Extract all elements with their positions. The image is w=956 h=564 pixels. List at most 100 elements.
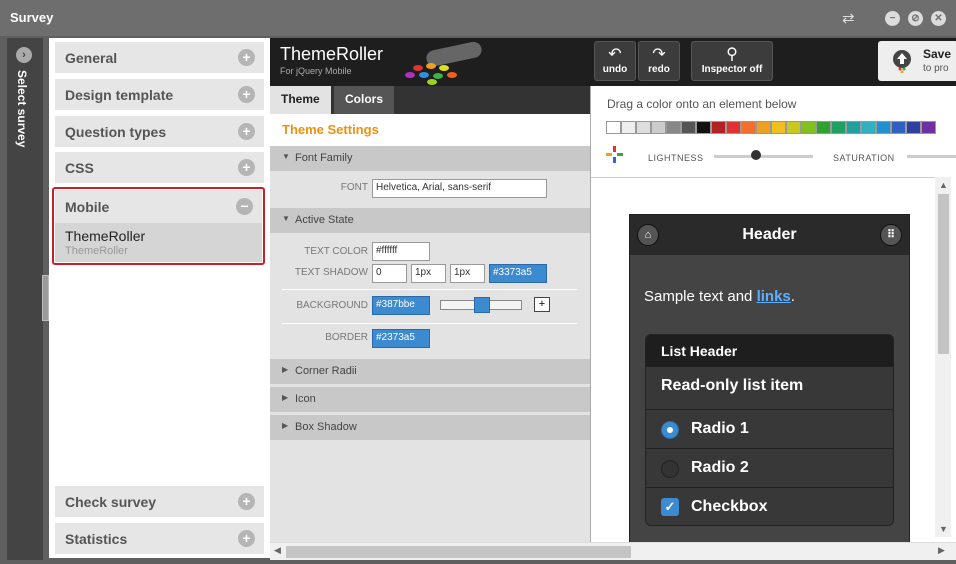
- sidebar-item-design-template[interactable]: Design template +: [55, 79, 264, 110]
- plus-icon[interactable]: +: [238, 123, 255, 140]
- section-corner-radii[interactable]: ▶ Corner Radii: [270, 359, 590, 384]
- sample-link[interactable]: links: [757, 288, 791, 305]
- color-swatch[interactable]: [756, 121, 771, 134]
- text-color-input[interactable]: #ffffff: [372, 242, 430, 261]
- scroll-down-icon[interactable]: ▼: [939, 524, 948, 534]
- color-swatch[interactable]: [816, 121, 831, 134]
- radio-option-1[interactable]: Radio 1: [646, 409, 893, 448]
- color-swatch[interactable]: [666, 121, 681, 134]
- inspector-button[interactable]: ⚲ Inspector off: [691, 41, 773, 81]
- themeroller-logo-icon: [405, 41, 482, 85]
- color-swatch[interactable]: [771, 121, 786, 134]
- drag-color-instruction: Drag a color onto an element below: [607, 97, 797, 111]
- preview-vertical-scrollbar[interactable]: ▲ ▼: [935, 177, 951, 537]
- background-slider[interactable]: [440, 297, 522, 313]
- color-swatch[interactable]: [726, 121, 741, 134]
- save-button[interactable]: Save to pro: [878, 41, 956, 81]
- sidebar-item-label: CSS: [65, 160, 94, 176]
- color-swatch[interactable]: [741, 121, 756, 134]
- minus-icon[interactable]: −: [236, 198, 253, 215]
- plus-icon[interactable]: +: [238, 159, 255, 176]
- select-survey-label[interactable]: Select survey: [15, 70, 29, 147]
- tab-theme[interactable]: Theme: [270, 86, 331, 114]
- sidebar-item-question-types[interactable]: Question types +: [55, 116, 264, 147]
- plus-icon[interactable]: +: [238, 530, 255, 547]
- color-picker-icon[interactable]: [606, 146, 623, 163]
- scroll-left-icon[interactable]: ◀: [274, 545, 281, 556]
- subitem-subtitle: ThemeRoller: [65, 245, 128, 257]
- triangle-down-icon: ▼: [282, 214, 290, 223]
- color-swatch[interactable]: [651, 121, 666, 134]
- sidebar-item-general[interactable]: General +: [55, 42, 264, 73]
- text-shadow-blur-input[interactable]: 1px: [450, 264, 485, 283]
- grid-icon[interactable]: ⠿: [880, 224, 902, 246]
- expand-gradient-button[interactable]: +: [534, 297, 550, 312]
- scroll-thumb[interactable]: [938, 194, 949, 354]
- swap-arrows-icon[interactable]: ⇄: [842, 9, 855, 27]
- sidebar-item-mobile-header[interactable]: Mobile −: [55, 190, 262, 223]
- section-icon[interactable]: ▶ Icon: [270, 387, 590, 412]
- text-shadow-color-input[interactable]: #3373a5: [489, 264, 547, 283]
- saturation-slider[interactable]: [907, 155, 956, 158]
- color-swatch[interactable]: [846, 121, 861, 134]
- panel-resize-handle[interactable]: [42, 275, 49, 321]
- chevron-right-icon[interactable]: ›: [16, 47, 32, 63]
- section-font-family[interactable]: ▼ Font Family: [270, 146, 590, 171]
- section-active-state[interactable]: ▼ Active State: [270, 208, 590, 233]
- font-input[interactable]: Helvetica, Arial, sans-serif: [372, 179, 547, 198]
- color-swatch[interactable]: [636, 121, 651, 134]
- color-swatch[interactable]: [891, 121, 906, 134]
- color-swatch[interactable]: [831, 121, 846, 134]
- text-shadow-x-input[interactable]: 0: [372, 264, 407, 283]
- slider-handle[interactable]: [474, 297, 490, 313]
- preview-header: Header ⌂ ⠿: [630, 215, 909, 255]
- sample-end: .: [790, 288, 795, 305]
- sidebar-subitem-themeroller[interactable]: ThemeRoller ThemeRoller: [55, 223, 262, 262]
- lightness-slider[interactable]: [714, 155, 813, 158]
- radio-option-2[interactable]: Radio 2: [646, 448, 893, 487]
- home-icon[interactable]: ⌂: [637, 224, 659, 246]
- sidebar-item-statistics[interactable]: Statistics +: [55, 523, 264, 554]
- sidebar-item-css[interactable]: CSS +: [55, 152, 264, 183]
- triangle-right-icon: ▶: [282, 421, 289, 430]
- sidebar-item-check-survey[interactable]: Check survey +: [55, 486, 264, 517]
- color-swatch[interactable]: [621, 121, 636, 134]
- plus-icon[interactable]: +: [238, 493, 255, 510]
- tab-colors[interactable]: Colors: [334, 86, 395, 114]
- minimize-icon[interactable]: −: [885, 11, 900, 26]
- close-icon[interactable]: ✕: [931, 11, 946, 26]
- themeroller-toolbar: ThemeRoller For jQuery Mobile ↶ undo ↷ red…: [270, 38, 956, 86]
- theme-settings-title: Theme Settings: [270, 114, 590, 146]
- border-input[interactable]: #2373a5: [372, 329, 430, 348]
- color-swatch[interactable]: [801, 121, 816, 134]
- background-input[interactable]: #387bbe: [372, 296, 430, 315]
- color-swatch[interactable]: [606, 121, 621, 134]
- plus-icon[interactable]: +: [238, 86, 255, 103]
- color-swatch[interactable]: [786, 121, 801, 134]
- color-swatch[interactable]: [861, 121, 876, 134]
- color-swatch[interactable]: [696, 121, 711, 134]
- inspector-state: off: [749, 64, 763, 75]
- color-swatch[interactable]: [711, 121, 726, 134]
- redo-button[interactable]: ↷ redo: [638, 41, 680, 81]
- triangle-right-icon: ▶: [282, 393, 289, 402]
- horizontal-scrollbar[interactable]: ◀ ▶: [270, 542, 956, 560]
- color-swatch[interactable]: [921, 121, 936, 134]
- select-survey-rail[interactable]: › Select survey: [7, 38, 43, 560]
- color-swatch[interactable]: [876, 121, 891, 134]
- lightness-slider-handle[interactable]: [751, 150, 761, 160]
- color-swatch[interactable]: [681, 121, 696, 134]
- color-swatch[interactable]: [906, 121, 921, 134]
- text-shadow-y-input[interactable]: 1px: [411, 264, 446, 283]
- scroll-right-icon[interactable]: ▶: [938, 545, 945, 556]
- checkbox-option[interactable]: ✓ Checkbox: [646, 487, 893, 525]
- scroll-thumb[interactable]: [286, 546, 631, 558]
- preview-list: List Header Read-only list item Radio 1 …: [645, 334, 894, 526]
- section-box-shadow[interactable]: ▶ Box Shadow: [270, 415, 590, 440]
- undo-icon: ↶: [608, 46, 622, 63]
- stop-icon[interactable]: ⊘: [908, 11, 923, 26]
- undo-button[interactable]: ↶ undo: [594, 41, 636, 81]
- plus-icon[interactable]: +: [238, 49, 255, 66]
- border-label: BORDER: [325, 332, 368, 343]
- scroll-up-icon[interactable]: ▲: [939, 180, 948, 190]
